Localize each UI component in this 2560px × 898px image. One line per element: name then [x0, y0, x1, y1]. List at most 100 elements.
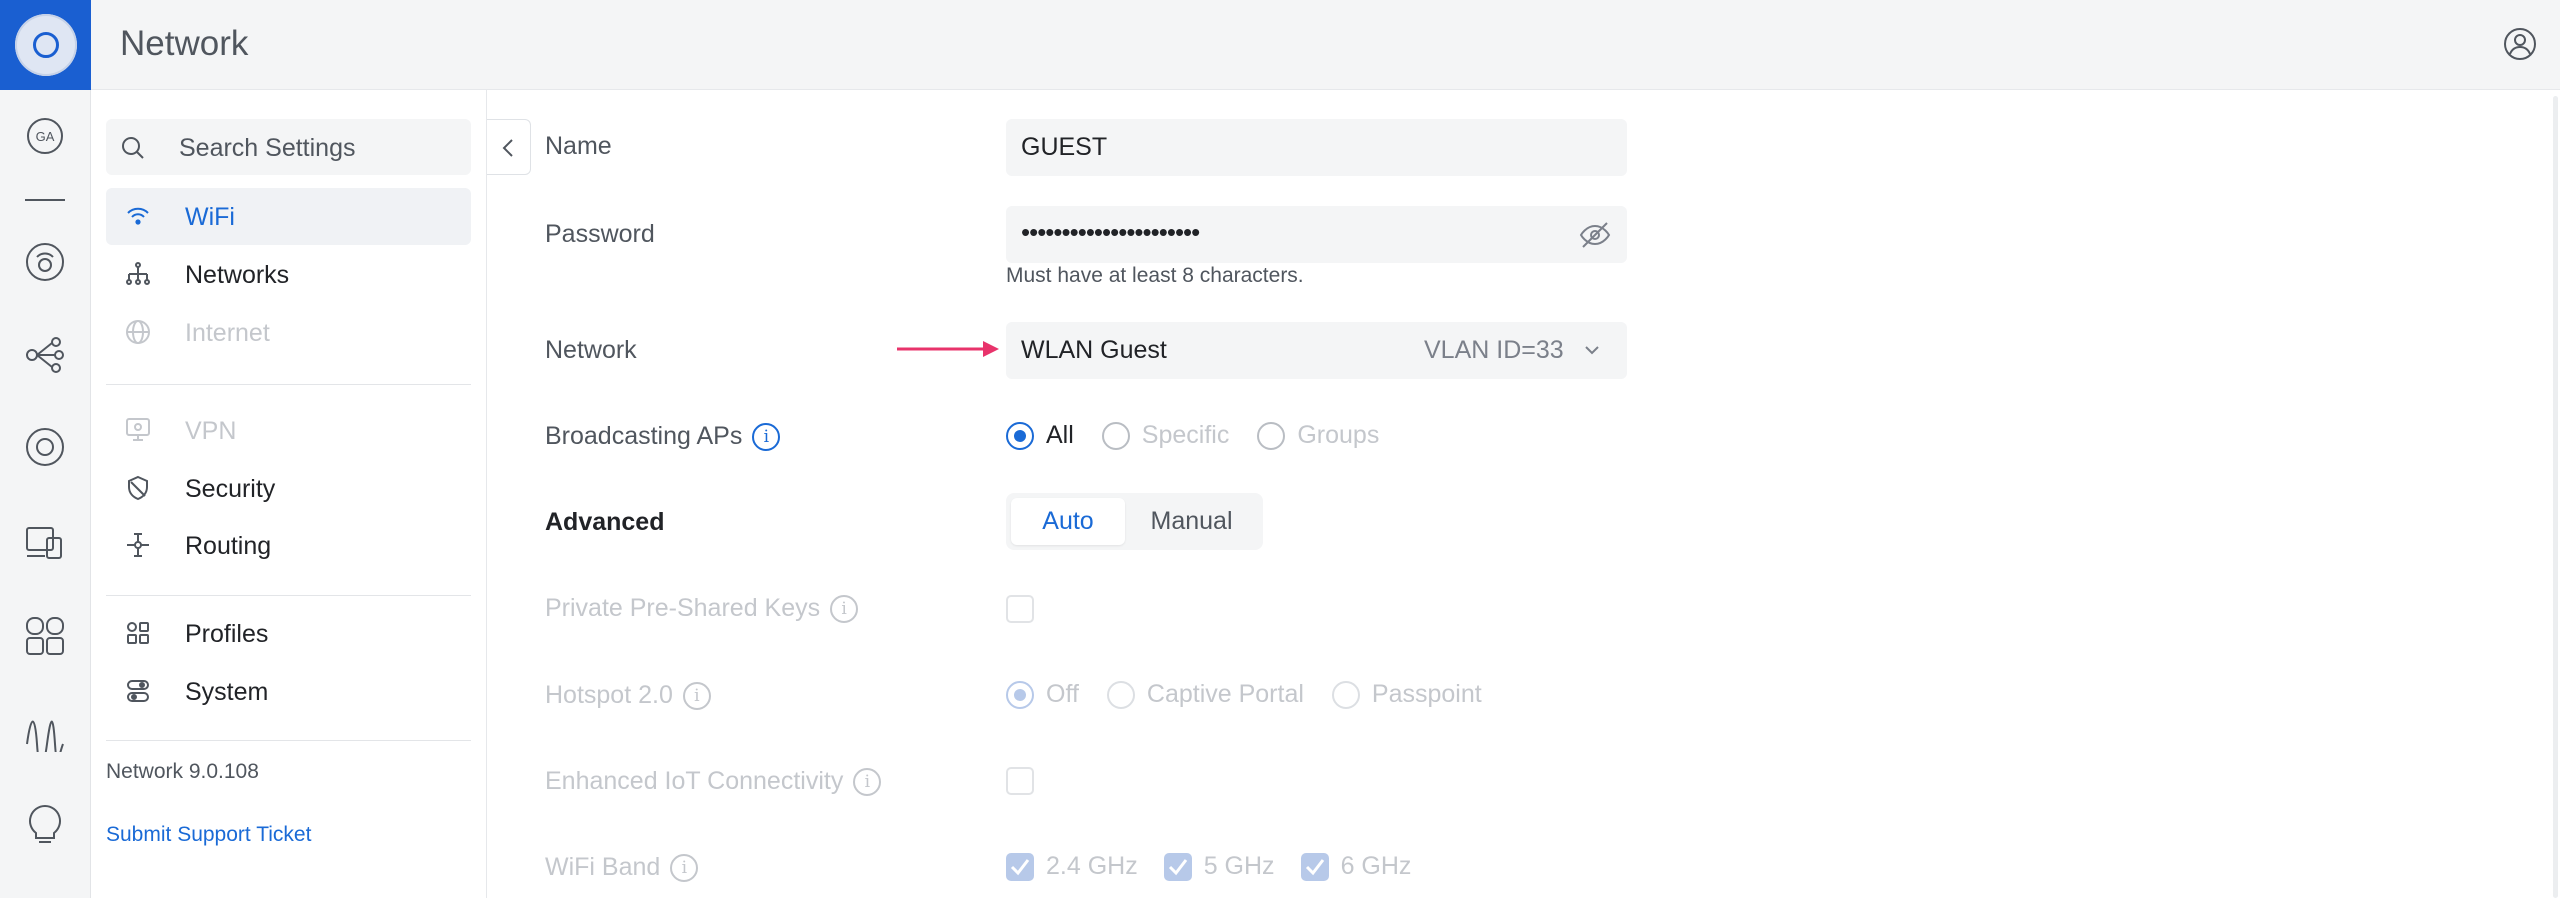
sidebar-item-profiles[interactable]: Profiles [106, 605, 471, 662]
system-icon [127, 680, 149, 702]
radio-passpoint[interactable]: Passpoint [1331, 680, 1482, 709]
topology-icon[interactable] [23, 333, 67, 377]
radio-off[interactable]: Off [1006, 680, 1079, 709]
radio-button[interactable] [1101, 421, 1130, 450]
devices-icon[interactable] [23, 425, 67, 469]
iot-label: Enhanced IoT Connectivity i [545, 767, 882, 797]
network-label: Network [545, 336, 637, 364]
check-icon [1010, 858, 1030, 875]
sidebar-item-vpn[interactable]: VPN [106, 402, 471, 459]
sidebar-item-label: VPN [185, 417, 237, 445]
wifi-band-text: WiFi Band [545, 853, 661, 881]
name-value: GUEST [1021, 133, 1108, 161]
radio-button[interactable] [1257, 421, 1286, 450]
radio-label: Passpoint [1371, 680, 1482, 708]
sidebar-item-label: Internet [185, 319, 270, 347]
sidebar-item-label: Routing [185, 532, 272, 560]
password-help-text: Must have at least 8 characters. [1006, 264, 1304, 287]
ppsk-checkbox[interactable] [1006, 595, 1034, 623]
radio-label: Specific [1141, 421, 1230, 449]
radio-groups[interactable]: Groups [1257, 421, 1379, 450]
info-icon[interactable]: i [670, 854, 699, 883]
version-text: Network 9.0.108 [106, 760, 259, 783]
info-icon[interactable]: i [682, 682, 711, 711]
checkbox-label: 5 GHz [1203, 852, 1275, 880]
apps-icon[interactable] [23, 614, 67, 658]
wifi-band-label: WiFi Band i [545, 853, 699, 883]
submit-support-ticket-link[interactable]: Submit Support Ticket [106, 823, 311, 847]
network-select[interactable]: WLAN Guest VLAN ID=33 [1006, 322, 1627, 379]
password-value: •••••••••••••••••••••• [1021, 217, 1200, 247]
broadcasting-aps-radio-group: All Specific Groups [1006, 421, 1407, 450]
user-account-icon[interactable] [2503, 27, 2537, 61]
advanced-manual-option[interactable]: Manual [1125, 498, 1258, 545]
radio-label: Off [1046, 680, 1079, 708]
password-field[interactable]: •••••••••••••••••••••• [1006, 206, 1627, 263]
radio-all[interactable]: All [1006, 421, 1074, 450]
network-value: WLAN Guest [1021, 336, 1167, 364]
radio-specific[interactable]: Specific [1101, 421, 1230, 450]
info-icon[interactable]: i [853, 768, 882, 797]
clients-icon[interactable] [23, 520, 67, 564]
top-bar: Network [0, 0, 2560, 90]
iot-checkbox[interactable] [1006, 767, 1034, 795]
hotspot-label: Hotspot 2.0 i [545, 681, 711, 711]
sidebar-item-label: System [185, 678, 269, 706]
chevron-down-icon [1585, 346, 1599, 355]
password-label: Password [545, 220, 655, 248]
radio-button[interactable] [1006, 680, 1034, 709]
sidebar-divider [106, 595, 471, 596]
advanced-auto-option[interactable]: Auto [1011, 498, 1125, 545]
alerts-icon[interactable] [23, 802, 67, 846]
sidebar-divider [106, 384, 471, 385]
ppsk-label: Private Pre-Shared Keys i [545, 594, 859, 624]
name-label: Name [545, 132, 612, 160]
hotspot-text: Hotspot 2.0 [545, 681, 673, 709]
vlan-id-text: VLAN ID=33 [1424, 336, 1564, 364]
sidebar-item-label: Security [185, 475, 276, 503]
sidebar-item-internet[interactable]: Internet [106, 304, 471, 361]
info-icon[interactable]: i [830, 595, 859, 624]
checkbox-checked[interactable] [1163, 852, 1192, 881]
wifi-icon [127, 207, 149, 225]
sidebar-item-wifi[interactable]: WiFi [106, 188, 471, 245]
search-icon [122, 137, 144, 159]
settings-sidebar: Search Settings WiFi Networks Internet V… [91, 90, 487, 898]
radio-label: Groups [1297, 421, 1380, 449]
eye-off-icon[interactable] [1579, 221, 1611, 249]
ga-badge-icon[interactable]: GA [23, 114, 67, 158]
radio-button[interactable] [1006, 421, 1034, 450]
checkbox-label: 6 GHz [1340, 852, 1412, 880]
name-field[interactable]: GUEST [1006, 119, 1627, 176]
band-5-option[interactable]: 5 GHz [1163, 852, 1275, 881]
scrollbar[interactable] [2553, 96, 2558, 898]
checkbox-checked[interactable] [1300, 852, 1329, 881]
radio-label: Captive Portal [1146, 680, 1304, 708]
chevron-left-icon [502, 139, 513, 157]
sidebar-item-networks[interactable]: Networks [106, 246, 471, 303]
collapse-sidebar-button[interactable] [487, 119, 531, 175]
dash-icon [25, 199, 65, 201]
sidebar-item-system[interactable]: System [106, 663, 471, 720]
radio-captive-portal[interactable]: Captive Portal [1106, 680, 1304, 709]
sidebar-item-label: Profiles [185, 620, 269, 648]
info-icon[interactable]: i [752, 423, 781, 452]
search-placeholder: Search Settings [179, 134, 356, 162]
search-input[interactable]: Search Settings [106, 119, 471, 175]
routing-icon [127, 533, 149, 557]
globe-icon [126, 320, 150, 344]
networks-icon [126, 262, 150, 285]
insights-icon[interactable] [23, 708, 67, 752]
radio-button[interactable] [1331, 680, 1360, 709]
sidebar-item-security[interactable]: Security [106, 460, 471, 517]
checkbox-label: 2.4 GHz [1046, 852, 1138, 880]
sidebar-item-routing[interactable]: Routing [106, 517, 471, 574]
band-6-option[interactable]: 6 GHz [1300, 852, 1412, 881]
sidebar-item-label: WiFi [185, 203, 235, 231]
svg-text:GA: GA [36, 129, 55, 144]
checkbox-checked[interactable] [1006, 852, 1034, 881]
app-logo[interactable] [0, 0, 91, 90]
dashboard-icon[interactable] [23, 240, 67, 284]
radio-button[interactable] [1106, 680, 1135, 709]
band-2-4-option[interactable]: 2.4 GHz [1006, 852, 1138, 881]
